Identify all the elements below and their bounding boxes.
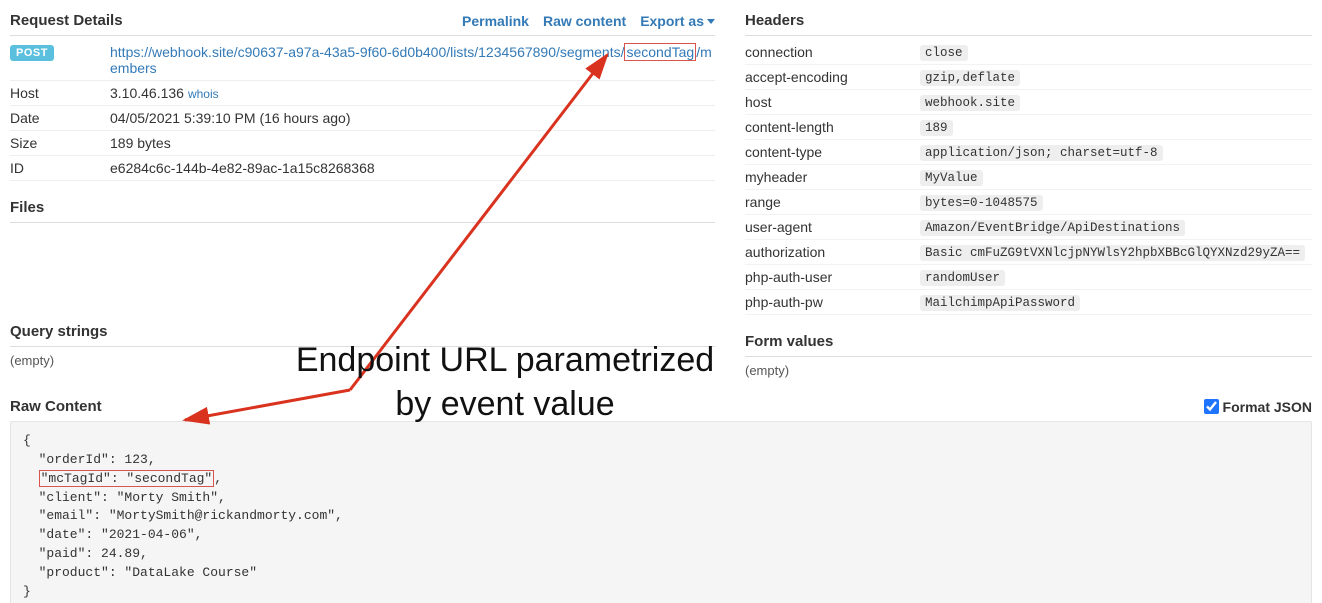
request-url[interactable]: https://webhook.site/c90637-a97a-43a5-9f… xyxy=(110,44,715,76)
header-value: Basic cmFuZG9tVXNlcjpNYWlsY2hpbXBBcGlQYX… xyxy=(920,245,1305,261)
id-row: ID e6284c6c-144b-4e82-89ac-1a15c8268368 xyxy=(10,156,715,181)
header-row: myheaderMyValue xyxy=(745,165,1312,190)
export-as-label: Export as xyxy=(640,13,704,29)
header-row: php-auth-pwMailchimpApiPassword xyxy=(745,290,1312,315)
header-value: bytes=0-1048575 xyxy=(920,195,1043,211)
form-values-title: Form values xyxy=(745,315,1312,357)
header-key: connection xyxy=(745,44,920,60)
header-value: application/json; charset=utf-8 xyxy=(920,145,1163,161)
date-value: 04/05/2021 5:39:10 PM (16 hours ago) xyxy=(110,110,715,126)
format-json-toggle[interactable]: Format JSON xyxy=(1204,399,1312,415)
files-title: Files xyxy=(10,181,715,223)
header-key: accept-encoding xyxy=(745,69,920,85)
whois-link[interactable]: whois xyxy=(188,87,219,101)
url-pre: https://webhook.site/c90637-a97a-43a5-9f… xyxy=(110,44,624,60)
header-row: content-typeapplication/json; charset=ut… xyxy=(745,140,1312,165)
query-strings-empty: (empty) xyxy=(10,347,715,374)
header-value: 189 xyxy=(920,120,953,136)
header-row: rangebytes=0-1048575 xyxy=(745,190,1312,215)
url-highlight-segment: secondTag xyxy=(624,43,696,61)
header-key: authorization xyxy=(745,244,920,260)
query-strings-title: Query strings xyxy=(10,223,715,347)
header-row: authorizationBasic cmFuZG9tVXNlcjpNYWlsY… xyxy=(745,240,1312,265)
header-key: user-agent xyxy=(745,219,920,235)
date-row: Date 04/05/2021 5:39:10 PM (16 hours ago… xyxy=(10,106,715,131)
header-value: MailchimpApiPassword xyxy=(920,295,1080,311)
header-key: range xyxy=(745,194,920,210)
host-value: 3.10.46.136 xyxy=(110,85,184,101)
host-row: Host 3.10.46.136 whois xyxy=(10,81,715,106)
header-value: Amazon/EventBridge/ApiDestinations xyxy=(920,220,1185,236)
format-json-label: Format JSON xyxy=(1223,399,1312,415)
header-row: hostwebhook.site xyxy=(745,90,1312,115)
host-label: Host xyxy=(10,85,110,101)
format-json-checkbox[interactable] xyxy=(1204,399,1219,414)
raw-content-body: { "orderId": 123, "mcTagId": "secondTag"… xyxy=(10,421,1312,603)
header-value: close xyxy=(920,45,968,61)
header-row: accept-encodinggzip,deflate xyxy=(745,65,1312,90)
export-as-dropdown[interactable]: Export as xyxy=(640,13,715,29)
header-value: gzip,deflate xyxy=(920,70,1020,86)
size-row: Size 189 bytes xyxy=(10,131,715,156)
header-row: connectionclose xyxy=(745,40,1312,65)
header-value: randomUser xyxy=(920,270,1005,286)
header-key: content-type xyxy=(745,144,920,160)
header-key: content-length xyxy=(745,119,920,135)
size-value: 189 bytes xyxy=(110,135,715,151)
method-badge: POST xyxy=(10,45,54,61)
headers-title: Headers xyxy=(745,12,804,29)
form-values-empty: (empty) xyxy=(745,357,1312,384)
header-key: host xyxy=(745,94,920,110)
raw-content-link[interactable]: Raw content xyxy=(543,13,626,29)
raw-body-highlight: "mcTagId": "secondTag" xyxy=(39,470,215,487)
header-key: php-auth-user xyxy=(745,269,920,285)
chevron-down-icon xyxy=(707,19,715,24)
header-value: webhook.site xyxy=(920,95,1020,111)
header-row: user-agentAmazon/EventBridge/ApiDestinat… xyxy=(745,215,1312,240)
id-value: e6284c6c-144b-4e82-89ac-1a15c8268368 xyxy=(110,160,715,176)
permalink-link[interactable]: Permalink xyxy=(462,13,529,29)
header-row: content-length189 xyxy=(745,115,1312,140)
header-row: php-auth-userrandomUser xyxy=(745,265,1312,290)
header-key: php-auth-pw xyxy=(745,294,920,310)
date-label: Date xyxy=(10,110,110,126)
header-key: myheader xyxy=(745,169,920,185)
request-details-title: Request Details xyxy=(10,12,123,29)
size-label: Size xyxy=(10,135,110,151)
id-label: ID xyxy=(10,160,110,176)
raw-body-post: , "client": "Morty Smith", "email": "Mor… xyxy=(23,471,343,599)
header-value: MyValue xyxy=(920,170,983,186)
raw-content-title: Raw Content xyxy=(10,398,102,415)
method-url-row: POST https://webhook.site/c90637-a97a-43… xyxy=(10,40,715,81)
